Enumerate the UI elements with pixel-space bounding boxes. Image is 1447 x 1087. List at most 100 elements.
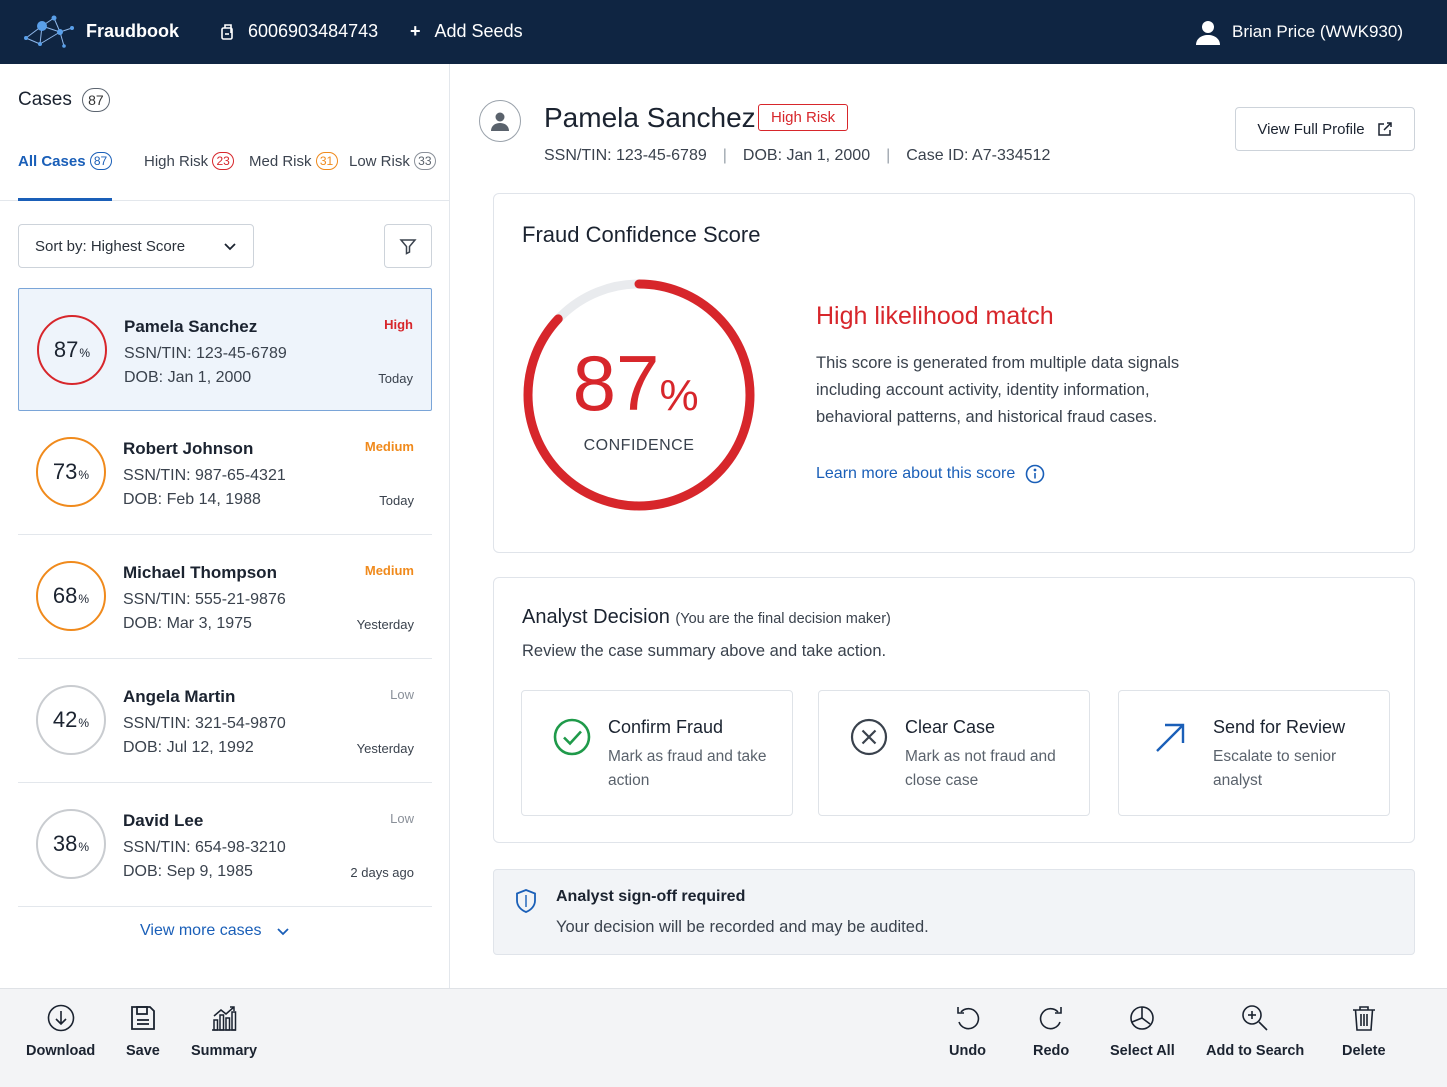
zoom-in-icon xyxy=(1242,1005,1268,1031)
summary-label: Summary xyxy=(191,1043,258,1059)
likelihood-heading: High likelihood match xyxy=(816,302,1054,330)
case-sidebar: Cases 87 All Cases 87 High Risk 23 Med R… xyxy=(0,64,450,988)
sort-dropdown[interactable]: Sort by: Highest Score xyxy=(18,224,254,268)
tab-count: 87 xyxy=(89,152,112,170)
case-ssn: SSN/TIN: 654-98-3210 xyxy=(123,839,286,856)
redo-label: Redo xyxy=(1033,1043,1070,1059)
analyst-decision-card: Analyst Decision (You are the final deci… xyxy=(493,577,1415,843)
add-to-search-button[interactable]: Add to Search xyxy=(1206,1003,1304,1059)
case-item[interactable]: 38% David Lee SSN/TIN: 654-98-3210 DOB: … xyxy=(18,783,432,907)
cases-heading: Cases 87 xyxy=(18,88,110,112)
avatar xyxy=(479,100,521,142)
case-risk-level: Medium xyxy=(364,439,414,454)
tab-med-risk[interactable]: Med Risk 31 xyxy=(249,152,338,170)
action-description: Mark as fraud and take action xyxy=(608,748,767,789)
case-item[interactable]: 73% Robert Johnson SSN/TIN: 987-65-4321 … xyxy=(18,411,432,535)
network-logo-icon[interactable] xyxy=(20,12,78,52)
risk-tag: High Risk xyxy=(758,104,849,131)
view-full-profile-button[interactable]: View Full Profile xyxy=(1235,107,1415,151)
percent-sign: % xyxy=(78,716,90,730)
case-dob: DOB: Sep 9, 1985 xyxy=(123,863,253,880)
case-score-ring: 38% xyxy=(36,809,106,879)
risk-tabs: All Cases 87 High Risk 23 Med Risk 31 Lo… xyxy=(18,152,438,202)
case-name: Pamela Sanchez xyxy=(124,317,258,336)
profile-meta: SSN/TIN: 123-45-6789 | DOB: Jan 1, 2000 … xyxy=(544,147,1050,165)
account-card-icon xyxy=(221,24,233,40)
tab-count: 33 xyxy=(413,152,436,170)
score-description: This score is generated from multiple da… xyxy=(816,354,1180,426)
case-item[interactable]: 68% Michael Thompson SSN/TIN: 555-21-987… xyxy=(18,535,432,659)
signoff-text: Your decision will be recorded and may b… xyxy=(556,918,929,936)
percent-sign: % xyxy=(78,468,90,482)
external-link-icon xyxy=(1377,122,1392,136)
case-score-ring: 73% xyxy=(36,437,106,507)
confidence-gauge: 87 % CONFIDENCE xyxy=(523,279,755,511)
signoff-notice: Analyst sign-off required Your decision … xyxy=(493,869,1415,955)
cases-total-count: 87 xyxy=(81,88,110,112)
learn-more-label: Learn more about this score xyxy=(816,465,1016,482)
profile-dob: DOB: Jan 1, 2000 xyxy=(742,147,871,164)
undo-button[interactable]: Undo xyxy=(949,1003,986,1059)
action-title: Clear Case xyxy=(905,717,996,737)
plus-icon: + xyxy=(410,21,421,41)
score-caption: CONFIDENCE xyxy=(584,437,695,454)
check-circle-icon xyxy=(553,718,591,756)
redo-button[interactable]: Redo xyxy=(1033,1003,1069,1059)
decision-note: (You are the final decision maker) xyxy=(675,611,891,627)
view-more-cases-link[interactable]: View more cases xyxy=(140,922,290,940)
tab-label: Low Risk xyxy=(349,152,410,170)
case-item[interactable]: 87% Pamela Sanchez SSN/TIN: 123-45-6789 … xyxy=(18,288,432,411)
decision-heading: Analyst Decision (You are the final deci… xyxy=(522,606,891,629)
download-button[interactable]: Download xyxy=(26,1003,95,1059)
clear-case-button[interactable]: Clear Case Mark as not fraud and close c… xyxy=(818,690,1090,816)
case-score-ring: 87% xyxy=(37,315,107,385)
arrow-up-right-icon xyxy=(1156,723,1185,752)
tab-count: 23 xyxy=(212,152,235,170)
signoff-title: Analyst sign-off required xyxy=(556,888,746,905)
decision-subtitle: Review the case summary above and take a… xyxy=(522,642,887,660)
send-for-review-button[interactable]: Send for Review Escalate to senior analy… xyxy=(1118,690,1390,816)
download-label: Download xyxy=(26,1043,96,1059)
select-all-button[interactable]: Select All xyxy=(1110,1003,1175,1059)
case-score: 38 xyxy=(52,831,78,856)
filter-icon xyxy=(399,239,417,255)
case-ssn: SSN/TIN: 123-45-6789 xyxy=(124,345,287,362)
case-ssn: SSN/TIN: 321-54-9870 xyxy=(123,715,286,732)
x-circle-icon xyxy=(850,718,888,756)
shield-icon xyxy=(516,889,536,913)
delete-button[interactable]: Delete xyxy=(1342,1003,1386,1059)
account-number[interactable]: 6006903484743 xyxy=(248,21,378,42)
download-icon xyxy=(47,1004,74,1032)
case-score: 42 xyxy=(52,707,78,732)
case-ssn: SSN/TIN: 987-65-4321 xyxy=(123,467,286,484)
trash-icon xyxy=(1352,1006,1375,1031)
action-title: Send for Review xyxy=(1213,717,1346,737)
summary-button[interactable]: Summary xyxy=(191,1003,257,1059)
bottom-toolbar: Download Save Summary Undo Redo Select A… xyxy=(0,988,1447,1087)
case-time: 2 days ago xyxy=(350,865,414,880)
case-item[interactable]: 42% Angela Martin SSN/TIN: 321-54-9870 D… xyxy=(18,659,432,783)
confirm-fraud-button[interactable]: Confirm Fraud Mark as fraud and take act… xyxy=(521,690,793,816)
learn-more-link[interactable]: Learn more about this score xyxy=(816,464,1045,484)
percent-sign: % xyxy=(79,346,91,360)
redo-icon xyxy=(1039,1007,1062,1030)
case-risk-level: High xyxy=(384,317,413,332)
undo-icon xyxy=(956,1007,979,1030)
save-button[interactable]: Save xyxy=(126,1003,160,1059)
tab-high-risk[interactable]: High Risk 23 xyxy=(144,152,235,170)
score-percent-sign: % xyxy=(659,371,698,420)
case-detail: Pamela Sanchez High Risk SSN/TIN: 123-45… xyxy=(451,64,1447,988)
user-name: Brian Price (WWK930) xyxy=(1232,22,1403,41)
user-menu[interactable]: Brian Price (WWK930) xyxy=(1194,18,1403,46)
tab-low-risk[interactable]: Low Risk 33 xyxy=(349,152,436,170)
case-name: Angela Martin xyxy=(123,687,236,706)
case-score: 73 xyxy=(52,459,78,484)
case-time: Today xyxy=(378,371,413,386)
case-name: Robert Johnson xyxy=(123,439,254,458)
add-seeds-button[interactable]: + Add Seeds xyxy=(410,21,523,42)
tab-all-cases[interactable]: All Cases 87 xyxy=(18,152,112,170)
case-name: David Lee xyxy=(123,811,204,830)
add-seeds-label: Add Seeds xyxy=(434,21,523,41)
filter-button[interactable] xyxy=(384,224,432,268)
tab-count: 31 xyxy=(315,152,338,170)
